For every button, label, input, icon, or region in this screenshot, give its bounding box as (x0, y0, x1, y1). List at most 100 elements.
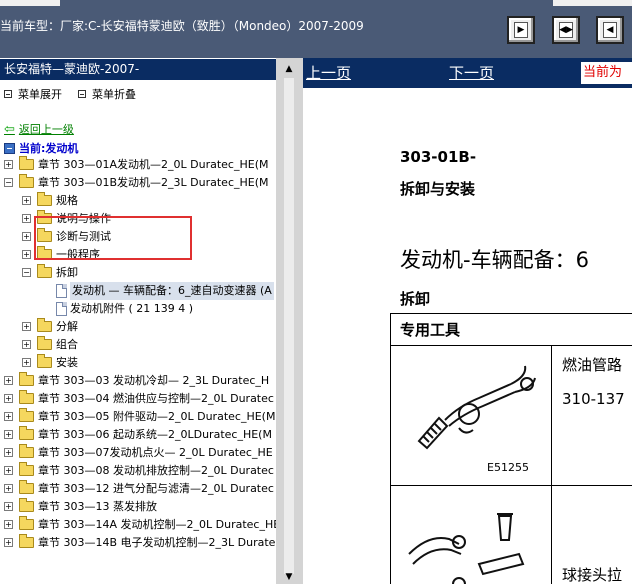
doc-removal-heading: 拆卸 (400, 290, 431, 308)
current-position-label: 当前为 (581, 62, 632, 84)
tree-item[interactable]: − 章节 303—01B发动机—2_3L Duratec_HE(M (0, 174, 276, 192)
first-page-button[interactable]: ▶ (507, 16, 535, 44)
folder-icon (19, 498, 34, 512)
expand-button[interactable]: ◀▶ (552, 16, 580, 44)
tree-item-label: 分解 (56, 320, 78, 333)
tree-item-label: 说明与操作 (56, 212, 111, 225)
tree-item[interactable]: + 章节 303—12 进气分配与滤清—2_0L Duratec (0, 480, 276, 498)
pane-splitter[interactable]: ▲ ▼ (276, 58, 303, 584)
scrollbar-track[interactable] (284, 78, 294, 574)
next-page-link[interactable]: 下一页 (449, 62, 494, 83)
tree-item[interactable]: + 章节 303—08 发动机排放控制—2_0L Duratec (0, 462, 276, 480)
current-location: 当前:发动机 (4, 140, 78, 156)
tree-item-label: 章节 303—14B 电子发动机控制—2_3L Durate (38, 536, 276, 549)
document-viewer: 上一页 下一页 当前为 303-01B- 拆卸与安装 发动机-车辆配备：6 拆卸… (303, 58, 632, 584)
scroll-down-icon[interactable]: ▼ (282, 570, 296, 584)
folder-icon (19, 156, 34, 170)
expand-toggle-icon[interactable]: + (4, 394, 13, 403)
top-toolbar: 当前车型：厂家:C-长安福特蒙迪欧（致胜）（Mondeo）2007-2009 ▶… (0, 0, 632, 58)
tree-item-label: 安装 (56, 356, 78, 369)
tree-item-label: 发动机 — 车辆配备：6_速自动变速器 (A (70, 282, 274, 300)
tree-item-label: 章节 303—01B发动机—2_3L Duratec_HE(M (38, 176, 269, 189)
expand-toggle-icon[interactable]: + (4, 538, 13, 547)
expand-toggle-icon[interactable]: + (22, 322, 31, 331)
expand-toggle-icon[interactable]: + (4, 466, 13, 475)
tree-item[interactable]: + 安装 (0, 354, 276, 372)
tree-item[interactable]: 发动机附件 ( 21 139 4 ) (0, 300, 276, 318)
folder-icon (19, 372, 34, 386)
fuel-line-tool-icon (417, 365, 536, 450)
tree-item[interactable]: + 分解 (0, 318, 276, 336)
folder-icon (19, 174, 34, 188)
doc-section: 拆卸与安装 (400, 180, 476, 198)
folder-icon (37, 192, 52, 206)
collapse-all-button[interactable]: 菜单折叠 (78, 86, 136, 102)
tree-item-label: 章节 303—06 起动系统—2_0LDuratec_HE(M (38, 428, 272, 441)
tree-item[interactable]: 发动机 — 车辆配备：6_速自动变速器 (A (0, 282, 276, 300)
tree-item[interactable]: + 章节 303—13 蒸发排放 (0, 498, 276, 516)
expand-toggle-icon[interactable]: + (4, 520, 13, 529)
tree-item[interactable]: + 规格 (0, 192, 276, 210)
table-column-divider (551, 346, 552, 584)
tree-item[interactable]: + 章节 303—07发动机点火— 2_0L Duratec_HE (0, 444, 276, 462)
tree-item[interactable]: + 说明与操作 (0, 210, 276, 228)
tree-item[interactable]: + 章节 303—01A发动机—2_0L Duratec_HE(M (0, 156, 276, 174)
folder-icon (19, 516, 34, 530)
folder-icon (19, 408, 34, 422)
tree-item-label: 章节 303—01A发动机—2_0L Duratec_HE(M (38, 158, 269, 171)
ball-joint-puller-icon (408, 513, 525, 584)
tree-item[interactable]: + 章节 303—03 发动机冷却— 2_3L Duratec_H (0, 372, 276, 390)
expand-toggle-icon[interactable]: + (4, 502, 13, 511)
back-link[interactable]: ⇦ 返回上一级 (4, 121, 74, 137)
current-folder-icon (4, 142, 15, 154)
doc-heading: 发动机-车辆配备：6 (400, 248, 589, 272)
tree-item[interactable]: + 章节 303—04 燃油供应与控制—2_0L Duratec (0, 390, 276, 408)
tree-item[interactable]: + 一般程序 (0, 246, 276, 264)
tree-item-label: 发动机附件 ( 21 139 4 ) (70, 302, 194, 315)
collapse-toggle-icon[interactable]: − (4, 178, 13, 187)
expand-toggle-icon[interactable]: + (4, 430, 13, 439)
scroll-up-icon[interactable]: ▲ (282, 62, 296, 76)
expand-toggle-icon[interactable]: + (22, 196, 31, 205)
tree-item[interactable]: + 诊断与测试 (0, 228, 276, 246)
expand-toggle-icon[interactable]: + (4, 448, 13, 457)
folder-icon (37, 264, 52, 278)
vehicle-title: 当前车型：厂家:C-长安福特蒙迪欧（致胜）（Mondeo）2007-2009 (0, 19, 364, 33)
expand-toggle-icon[interactable]: + (4, 160, 13, 169)
window-edge-right (553, 0, 632, 6)
tree-item[interactable]: + 章节 303—05 附件驱动—2_0L Duratec_HE(M (0, 408, 276, 426)
tree-item-label: 章节 303—03 发动机冷却— 2_3L Duratec_H (38, 374, 270, 387)
expand-toggle-icon[interactable]: + (4, 484, 13, 493)
back-link-label: 返回上一级 (18, 123, 74, 136)
prev-page-link[interactable]: 上一页 (306, 62, 351, 83)
menu-expand-icon (4, 90, 12, 98)
tree-item[interactable]: + 章节 303—14A 发动机控制—2_0L Duratec_HE (0, 516, 276, 534)
tree-pane: 长安福特—蒙迪欧-2007- 菜单展开 菜单折叠 ⇦ 返回上一级 当前:发动机 … (0, 58, 276, 584)
tree-item-label: 诊断与测试 (56, 230, 111, 243)
tree-item[interactable]: + 章节 303—14B 电子发动机控制—2_3L Durate (0, 534, 276, 552)
document-icon (56, 302, 67, 316)
tree-item-label: 规格 (56, 194, 78, 207)
expand-toggle-icon[interactable]: + (4, 376, 13, 385)
expand-all-button[interactable]: 菜单展开 (4, 86, 62, 102)
expand-toggle-icon[interactable]: + (22, 232, 31, 241)
tree-item-label: 拆卸 (56, 266, 78, 279)
special-tools-header: 专用工具 (391, 314, 632, 346)
folder-icon (37, 246, 52, 260)
menu-collapse-icon (78, 90, 86, 98)
tree-item[interactable]: − 拆卸 (0, 264, 276, 282)
collapse-toggle-icon[interactable]: − (22, 268, 31, 277)
expand-toggle-icon[interactable]: + (4, 412, 13, 421)
doc-code: 303-01B- (400, 148, 477, 166)
next-page-button[interactable]: ◀ (596, 16, 624, 44)
folder-icon (37, 336, 52, 350)
expand-toggle-icon[interactable]: + (22, 250, 31, 259)
expand-toggle-icon[interactable]: + (22, 358, 31, 367)
expand-toggle-icon[interactable]: + (22, 214, 31, 223)
tree-item[interactable]: + 组合 (0, 336, 276, 354)
tool2-name: 球接头拉 (562, 566, 623, 584)
collapse-all-label: 菜单折叠 (92, 88, 136, 101)
expand-toggle-icon[interactable]: + (22, 340, 31, 349)
doc-right-arrow-icon: ▶ (514, 22, 528, 38)
tree-item[interactable]: + 章节 303—06 起动系统—2_0LDuratec_HE(M (0, 426, 276, 444)
